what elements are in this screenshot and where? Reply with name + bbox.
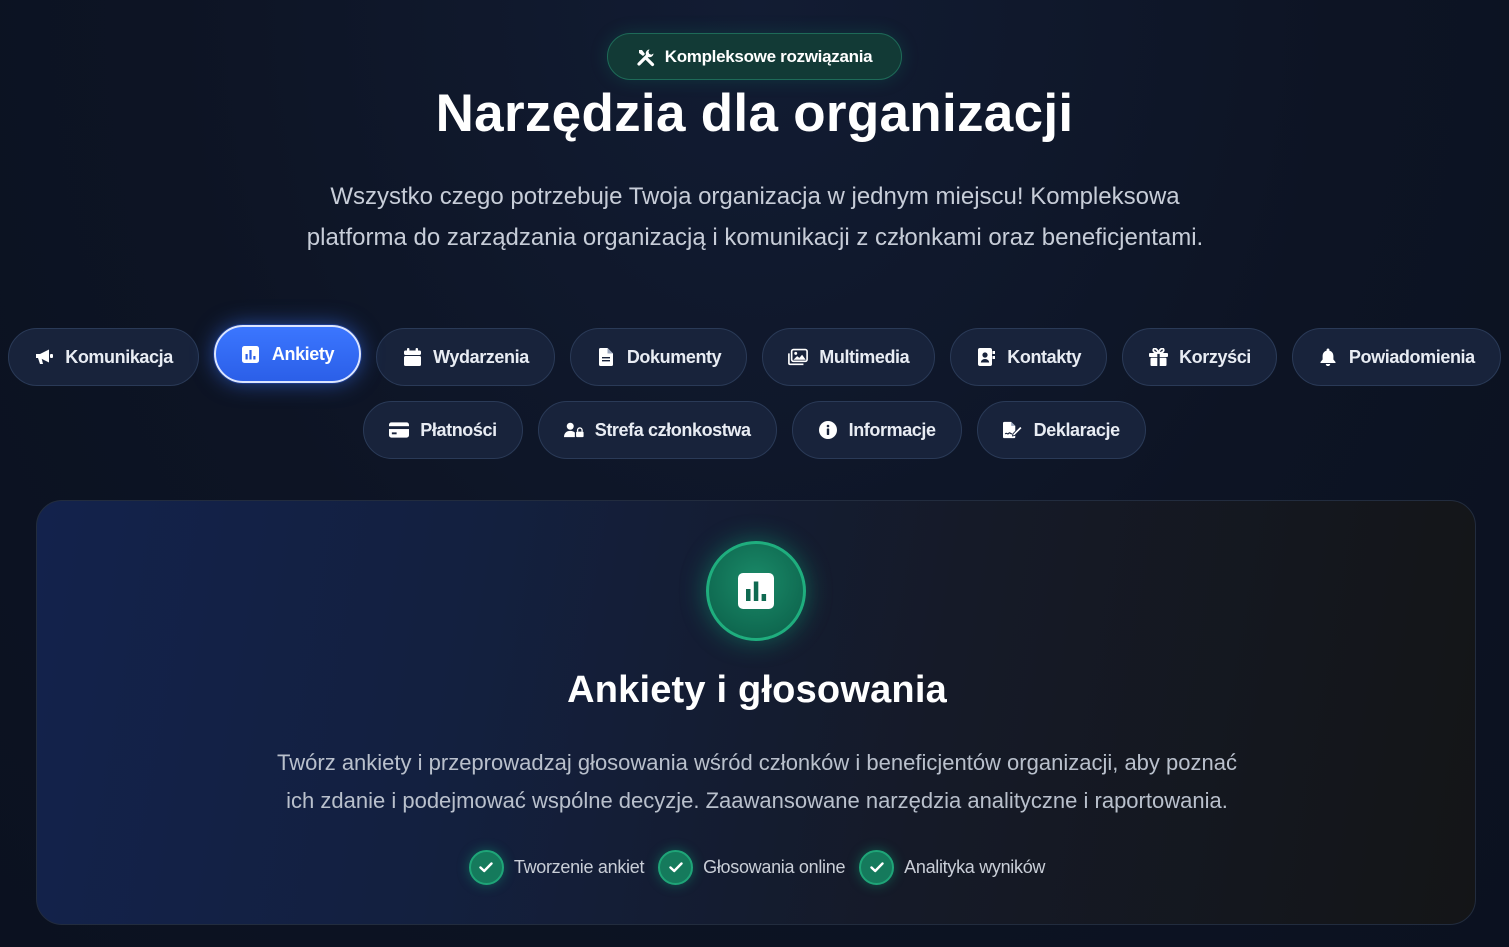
tab-strefa-czlonkostwa[interactable]: Strefa członkostwa: [537, 401, 777, 459]
panel-desc-line-2: ich zdanie i podejmować wspólne decyzje.…: [286, 788, 1228, 813]
document-icon: [596, 347, 616, 367]
tab-row-2: Płatności Strefa członkostwa Informacje …: [363, 401, 1146, 459]
subtitle-line-1: Wszystko czego potrzebuje Twoja organiza…: [330, 183, 1180, 210]
check-icon: [859, 850, 895, 885]
badge-wrap: Kompleksowe rozwiązania: [0, 33, 1509, 80]
tab-label: Korzyści: [1179, 346, 1251, 367]
tab-komunikacja[interactable]: Komunikacja: [8, 328, 199, 386]
signature-icon: [1002, 420, 1023, 440]
gift-icon: [1148, 347, 1168, 367]
poll-chart-icon: [241, 344, 261, 364]
address-book-icon: [976, 347, 996, 367]
tab-label: Deklaracje: [1033, 419, 1120, 440]
tab-label: Dokumenty: [626, 346, 722, 367]
page-title: Narzędzia dla organizacji: [435, 84, 1074, 143]
tab-multimedia[interactable]: Multimedia: [762, 328, 936, 386]
tab-label: Informacje: [848, 419, 936, 440]
megaphone-icon: [34, 347, 54, 367]
tab-dokumenty[interactable]: Dokumenty: [569, 328, 748, 386]
feature-item: Tworzenie ankiet: [468, 850, 645, 885]
feature-tabs: Komunikacja Ankiety Wydarzenia Dokumenty…: [0, 325, 1509, 459]
user-lock-icon: [563, 420, 584, 440]
tab-label: Komunikacja: [65, 346, 173, 367]
feature-panel: Ankiety i głosowania Twórz ankiety i prz…: [36, 500, 1476, 925]
info-icon: [818, 420, 838, 440]
credit-card-icon: [389, 420, 410, 440]
feature-label: Głosowania online: [703, 857, 846, 877]
bell-icon: [1318, 347, 1338, 367]
tab-wydarzenia[interactable]: Wydarzenia: [376, 328, 555, 386]
tab-label: Kontakty: [1007, 346, 1082, 367]
feature-label: Tworzenie ankiet: [513, 857, 645, 877]
tab-powiadomienia[interactable]: Powiadomienia: [1291, 328, 1501, 386]
tab-ankiety[interactable]: Ankiety: [213, 325, 362, 383]
panel-description: Twórz ankiety i przeprowadzaj głosowania…: [267, 744, 1247, 820]
panel-desc-line-1: Twórz ankiety i przeprowadzaj głosowania…: [277, 750, 1237, 775]
tab-deklaracje[interactable]: Deklaracje: [976, 401, 1146, 459]
tab-platnosci[interactable]: Płatności: [363, 401, 523, 459]
feature-item: Analityka wyników: [859, 850, 1045, 885]
tab-korzysci[interactable]: Korzyści: [1122, 328, 1277, 386]
badge-label: Kompleksowe rozwiązania: [664, 46, 873, 66]
tab-label: Multimedia: [819, 346, 910, 367]
tab-informacje[interactable]: Informacje: [791, 401, 962, 459]
subtitle-line-2: platforma do zarządzania organizacją i k…: [306, 224, 1204, 251]
tab-label: Strefa członkostwa: [594, 419, 751, 440]
tab-label: Ankiety: [271, 343, 335, 364]
calendar-icon: [402, 347, 422, 367]
check-icon: [658, 850, 694, 885]
check-icon: [468, 850, 504, 885]
page: Kompleksowe rozwiązania Narzędzia dla or…: [0, 0, 1509, 947]
feature-item: Głosowania online: [658, 850, 845, 885]
tab-label: Wydarzenia: [433, 346, 529, 367]
feature-label: Analityka wyników: [904, 857, 1046, 877]
solutions-badge: Kompleksowe rozwiązania: [606, 33, 903, 80]
tab-label: Płatności: [420, 419, 497, 440]
images-icon: [788, 347, 809, 367]
feature-list: Tworzenie ankiet Głosowania online Anali…: [37, 850, 1475, 885]
page-subtitle: Wszystko czego potrzebuje Twoja organiza…: [254, 176, 1256, 258]
poll-chart-icon: [706, 541, 806, 641]
tab-kontakty[interactable]: Kontakty: [950, 328, 1108, 386]
tools-icon: [636, 47, 656, 67]
panel-title: Ankiety i głosowania: [567, 669, 947, 711]
tab-row-1: Komunikacja Ankiety Wydarzenia Dokumenty…: [8, 325, 1501, 386]
tab-label: Powiadomienia: [1348, 346, 1475, 367]
